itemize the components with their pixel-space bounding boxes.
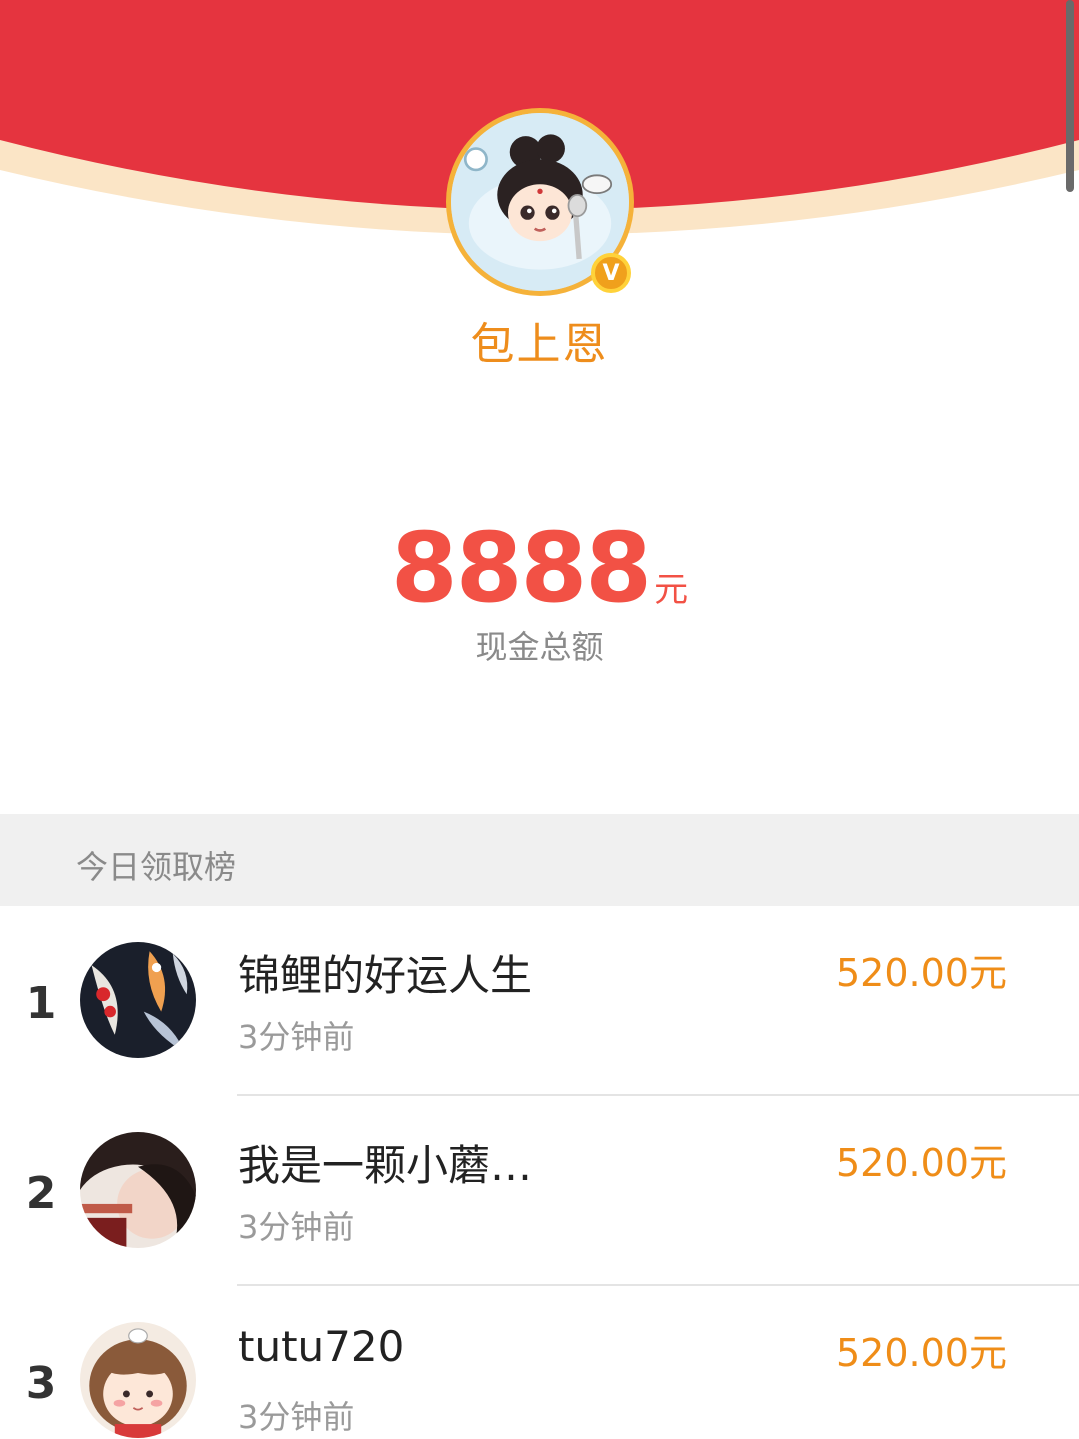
row-amount: 520.00元 (836, 1141, 1007, 1185)
cash-total-amount: 8888 (390, 512, 652, 624)
leaderboard-header: 今日领取榜 (0, 814, 1079, 906)
koi-fish-avatar-icon (80, 942, 196, 1058)
verified-badge-icon: V (591, 253, 631, 293)
user-name[interactable]: 包上恩 (0, 308, 1079, 372)
row-user-name[interactable]: tutu720 (238, 1322, 404, 1371)
row-rank: 3 (25, 1358, 57, 1409)
leaderboard-row[interactable]: 3 tutu720 3分钟前 520.00元 (0, 1286, 1079, 1439)
row-avatar[interactable] (80, 1322, 196, 1438)
row-rank: 2 (25, 1168, 57, 1219)
row-user-name[interactable]: 我是一颗小蘑… (238, 1132, 532, 1193)
row-amount: 520.00元 (836, 1331, 1007, 1375)
row-avatar[interactable] (80, 942, 196, 1058)
row-time: 3分钟前 (238, 1398, 355, 1436)
cash-total-unit: 元 (654, 570, 689, 610)
leaderboard-title: 今日领取榜 (76, 848, 237, 886)
row-time: 3分钟前 (238, 1018, 355, 1056)
row-time: 3分钟前 (238, 1208, 355, 1246)
cash-total-label: 现金总额 (475, 628, 604, 666)
cartoon-girl-avatar-icon (80, 1322, 196, 1438)
cash-total: 8888 元 (0, 512, 1079, 624)
vertical-scrollbar[interactable] (1066, 0, 1074, 192)
leaderboard-row[interactable]: 2 我是一颗小蘑… 3分钟前 520.00元 (0, 1096, 1079, 1286)
row-avatar[interactable] (80, 1132, 196, 1248)
leaderboard-row[interactable]: 1 锦鲤的好运人生 3分钟前 520.00元 (0, 906, 1079, 1096)
row-rank: 1 (25, 978, 57, 1029)
row-amount: 520.00元 (836, 951, 1007, 995)
portrait-avatar-icon (80, 1132, 196, 1248)
row-user-name[interactable]: 锦鲤的好运人生 (238, 942, 532, 1003)
